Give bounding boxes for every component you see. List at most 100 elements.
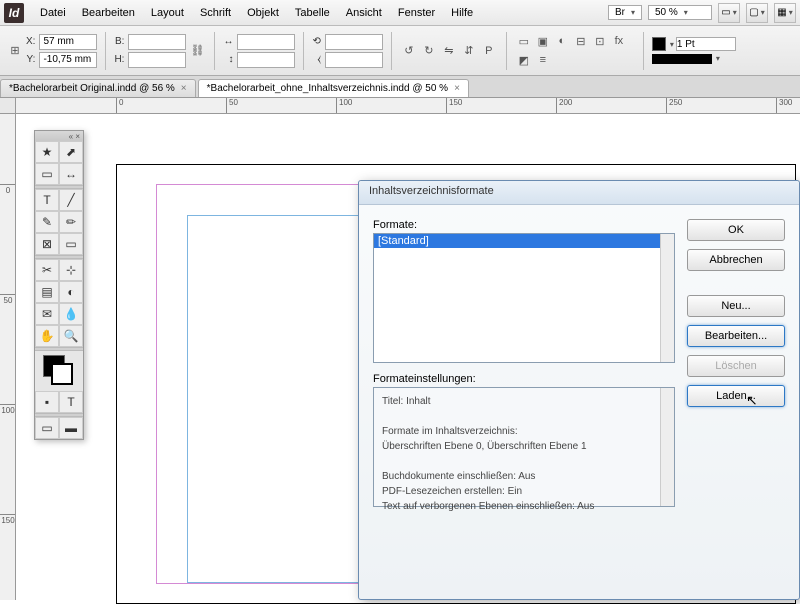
gradient-tool[interactable]: ▤ (35, 281, 59, 303)
apply-color-icon[interactable]: ▪ (35, 391, 59, 413)
reference-point-icon[interactable]: ⊞ (6, 42, 24, 60)
stroke-style-dropdown[interactable] (714, 53, 720, 64)
view-options-icon[interactable]: ▭ (718, 3, 740, 23)
ruler-tick: 0 (0, 184, 16, 195)
free-transform-tool[interactable]: ⊹ (59, 259, 83, 281)
stroke-color[interactable] (51, 363, 73, 385)
note-tool[interactable]: ✉ (35, 303, 59, 325)
shear-icon: ⧼ (312, 54, 320, 65)
pencil-tool[interactable]: ✏ (59, 211, 83, 233)
flip-h-icon[interactable]: ⇋ (440, 42, 458, 60)
close-icon[interactable]: × (181, 83, 187, 94)
ok-button[interactable]: OK (687, 219, 785, 241)
edit-button[interactable]: Bearbeiten... (687, 325, 785, 347)
tab-ohne-inhaltsverzeichnis[interactable]: *Bachelorarbeit_ohne_Inhaltsverzeichnis.… (198, 79, 469, 97)
scrollbar[interactable] (660, 234, 674, 362)
formats-listbox[interactable]: [Standard] (373, 233, 675, 363)
h-label: H: (114, 54, 124, 65)
rotate-input[interactable] (325, 34, 383, 50)
ruler-tick: 50 (226, 98, 238, 114)
toc-formats-dialog: Inhaltsverzeichnisformate Formate: [Stan… (358, 180, 800, 600)
align-icon[interactable]: ≡ (534, 51, 552, 69)
preview-view-icon[interactable]: ▬ (59, 417, 83, 439)
horizontal-ruler[interactable]: 0 50 100 150 200 250 300 (16, 98, 800, 114)
menu-bearbeiten[interactable]: Bearbeiten (74, 7, 143, 19)
bridge-button[interactable]: Br (608, 5, 642, 20)
page-tool[interactable]: ▭ (35, 163, 59, 185)
new-button[interactable]: Neu... (687, 295, 785, 317)
gap-tool[interactable]: ↔ (59, 163, 83, 185)
scissors-tool[interactable]: ✂ (35, 259, 59, 281)
dialog-title: Inhaltsverzeichnisformate (359, 181, 799, 205)
tools-panel[interactable]: « × ★ ⬈ ▭ ↔ T ╱ ✎ ✏ ⊠ ▭ ✂ ⊹ ▤ ◐ ✉ 💧 ✋ 🔍 … (34, 130, 84, 440)
wrap-jump-icon[interactable]: ⊟ (572, 32, 590, 50)
rotate-ccw-icon[interactable]: ↺ (400, 42, 418, 60)
stroke-weight-input[interactable] (676, 37, 736, 51)
stroke-style-preview[interactable] (652, 54, 712, 64)
scrollbar[interactable] (660, 388, 674, 506)
x-input[interactable] (39, 34, 97, 50)
y-input[interactable] (39, 52, 97, 68)
type-tool[interactable]: T (35, 189, 59, 211)
hand-tool[interactable]: ✋ (35, 325, 59, 347)
settings-heading-list: Überschriften Ebene 0, Überschriften Ebe… (382, 439, 666, 454)
close-icon[interactable]: × (454, 83, 460, 94)
zoom-dropdown[interactable]: 50 % (648, 5, 712, 20)
pen-tool[interactable]: ✎ (35, 211, 59, 233)
b-label: B: (114, 36, 124, 47)
fill-stroke-control[interactable] (35, 351, 83, 391)
line-tool[interactable]: ╱ (59, 189, 83, 211)
menu-layout[interactable]: Layout (143, 7, 192, 19)
corner-icon[interactable]: ◩ (515, 51, 533, 69)
paragraph-icon[interactable]: P (480, 42, 498, 60)
arrange-icon[interactable]: ▦ (774, 3, 796, 23)
rectangle-frame-tool[interactable]: ⊠ (35, 233, 59, 255)
selection-tool[interactable]: ★ (35, 141, 59, 163)
load-button[interactable]: Laden... ↖ (687, 385, 785, 407)
effects-icon[interactable]: fx (610, 32, 628, 50)
menu-tabelle[interactable]: Tabelle (287, 7, 338, 19)
fill-swatch[interactable] (652, 37, 666, 51)
scale-x-icon: ↔ (223, 36, 233, 47)
vertical-ruler[interactable]: 0 50 100 150 (0, 114, 16, 600)
panel-grip[interactable]: « × (35, 131, 83, 141)
wrap-bound-icon[interactable]: ▣ (534, 32, 552, 50)
normal-view-icon[interactable]: ▭ (35, 417, 59, 439)
x-label: X: (26, 36, 35, 47)
width-input[interactable] (128, 34, 186, 50)
ruler-tick: 150 (446, 98, 462, 114)
screen-mode-icon[interactable]: ▢ (746, 3, 768, 23)
formatting-text-icon[interactable]: T (59, 391, 83, 413)
eyedropper-tool[interactable]: 💧 (59, 303, 83, 325)
height-input[interactable] (128, 52, 186, 68)
ruler-origin[interactable] (0, 98, 16, 114)
gradient-feather-tool[interactable]: ◐ (59, 281, 83, 303)
menu-hilfe[interactable]: Hilfe (443, 7, 481, 19)
settings-title: Titel: Inhalt (382, 394, 666, 409)
fill-dropdown[interactable] (668, 39, 674, 50)
app-logo: Id (4, 3, 24, 23)
wrap-none-icon[interactable]: ▭ (515, 32, 533, 50)
menu-schrift[interactable]: Schrift (192, 7, 239, 19)
scale-y-input[interactable] (237, 52, 295, 68)
constrain-icon[interactable]: ⛓ (188, 42, 206, 60)
menu-fenster[interactable]: Fenster (390, 7, 443, 19)
flip-v-icon[interactable]: ⇵ (460, 42, 478, 60)
y-label: Y: (26, 54, 35, 65)
wrap-next-icon[interactable]: ⊡ (591, 32, 609, 50)
menu-datei[interactable]: Datei (32, 7, 74, 19)
wrap-options: ▭ ▣ ◐ ⊟ ⊡ fx ◩ ≡ (515, 32, 635, 69)
tab-original[interactable]: *Bachelorarbeit Original.indd @ 56 % × (0, 79, 196, 97)
menu-objekt[interactable]: Objekt (239, 7, 287, 19)
direct-selection-tool[interactable]: ⬈ (59, 141, 83, 163)
wrap-shape-icon[interactable]: ◐ (553, 32, 571, 50)
ruler-tick: 200 (556, 98, 572, 114)
scale-x-input[interactable] (237, 34, 295, 50)
rectangle-tool[interactable]: ▭ (59, 233, 83, 255)
menu-ansicht[interactable]: Ansicht (338, 7, 390, 19)
rotate-cw-icon[interactable]: ↻ (420, 42, 438, 60)
cancel-button[interactable]: Abbrechen (687, 249, 785, 271)
list-item-standard[interactable]: [Standard] (374, 234, 674, 248)
zoom-tool[interactable]: 🔍 (59, 325, 83, 347)
shear-input[interactable] (325, 52, 383, 68)
